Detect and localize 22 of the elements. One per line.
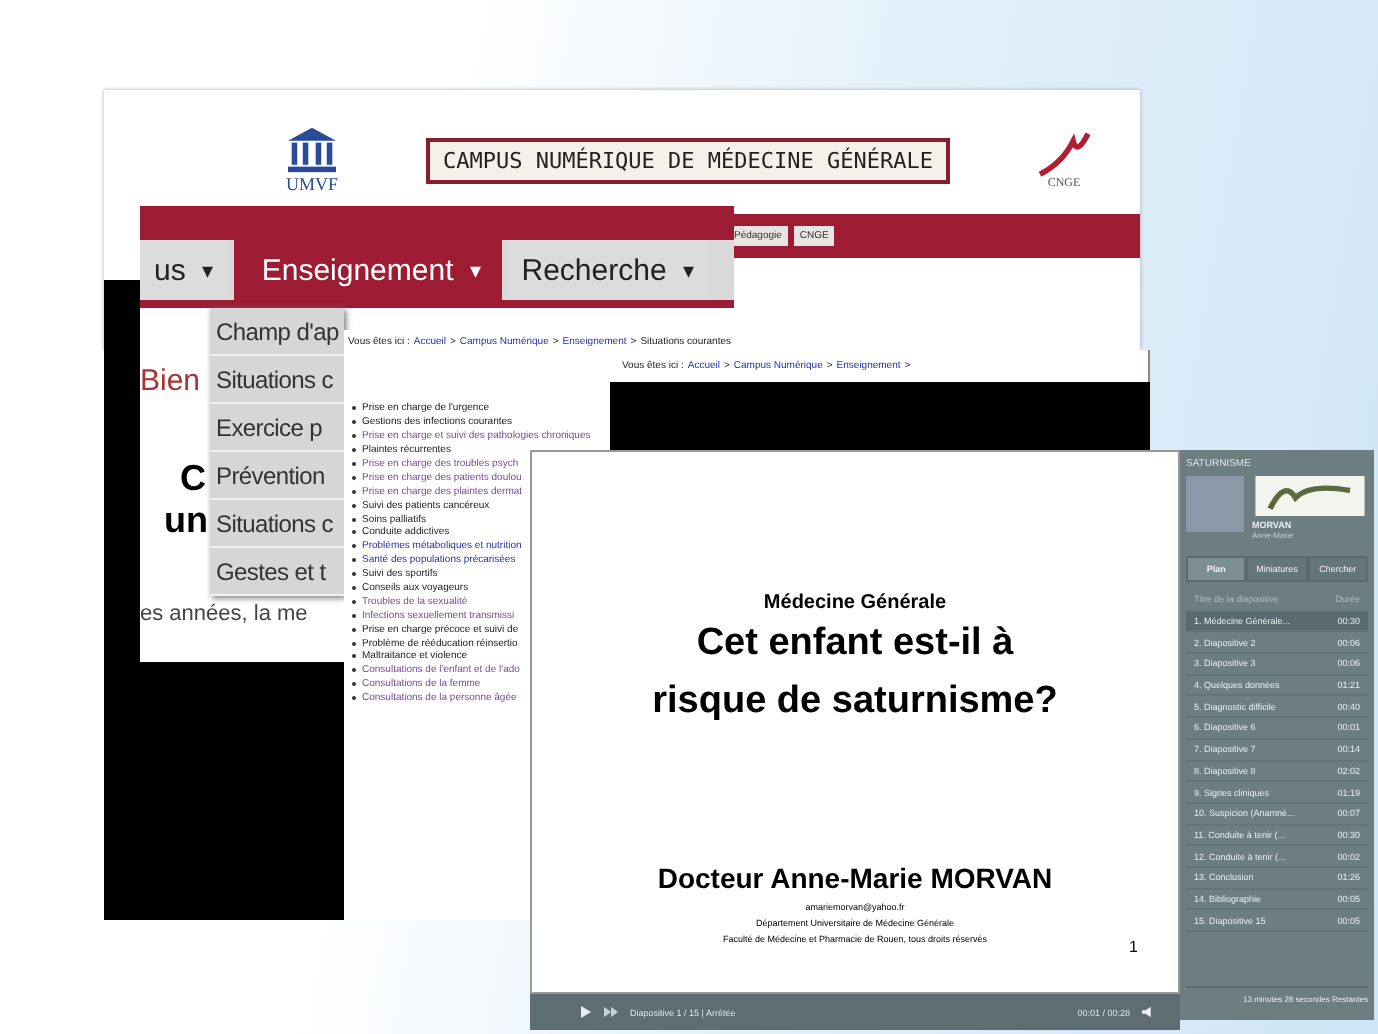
play-button[interactable] bbox=[578, 1006, 592, 1018]
nav-tab[interactable]: Enseignement ▾ bbox=[233, 240, 502, 300]
photo-placeholder bbox=[1186, 476, 1244, 532]
body-text: es années, la me bbox=[140, 602, 308, 626]
welcome-text: Bien bbox=[140, 364, 201, 398]
logo-drawing bbox=[1252, 476, 1368, 516]
slide-title: Cet enfant est-il à bbox=[696, 620, 1014, 668]
skip-icon bbox=[604, 1006, 618, 1018]
logo-caption: UMVF bbox=[285, 174, 338, 194]
site-title: CAMPUS NUMÉRIQUE DE MÉDECINE GÉNÉRALE bbox=[426, 137, 950, 183]
skip-button[interactable] bbox=[604, 1006, 618, 1018]
swoosh-icon bbox=[1035, 130, 1092, 178]
heading-text: un bbox=[162, 500, 210, 542]
page-number: 1 bbox=[1129, 938, 1138, 956]
columns-building-icon bbox=[284, 126, 340, 174]
heading-text: C bbox=[178, 458, 208, 500]
slide-title: risque de saturnisme? bbox=[652, 678, 1058, 726]
play-icon bbox=[578, 1006, 592, 1018]
author-name: Docteur Anne-Marie MORVAN bbox=[657, 862, 1053, 894]
volume-button[interactable] bbox=[1142, 1006, 1156, 1018]
slide-subtitle: Médecine Générale bbox=[763, 592, 947, 614]
speaker-icon bbox=[1142, 1006, 1156, 1018]
